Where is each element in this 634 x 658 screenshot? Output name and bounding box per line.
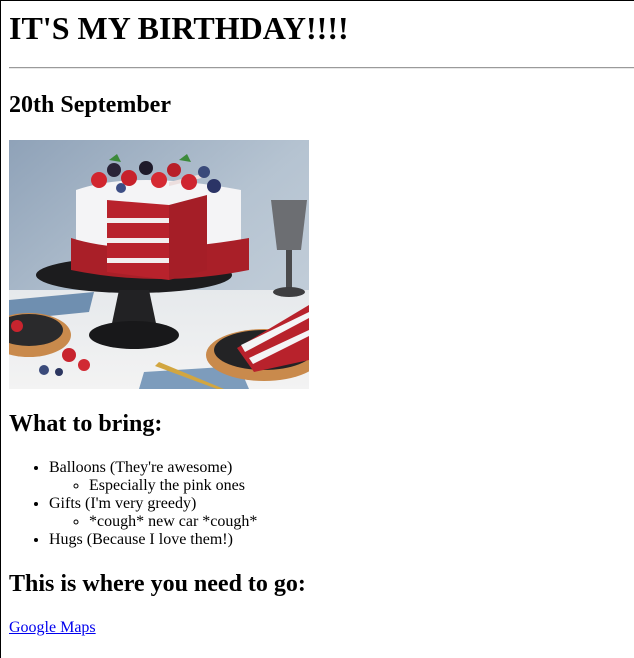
sub-list: Especially the pink ones [49,477,634,495]
page-title: IT'S MY BIRTHDAY!!!! [9,10,349,46]
page-content: IT'S MY BIRTHDAY!!!! 20th September What… [1,1,634,637]
list-item-label: Balloons (They're awesome) [49,459,233,476]
what-to-bring-heading: What to bring: [9,411,163,437]
cake-image [9,140,309,389]
bring-list: Balloons (They're awesome) Especially th… [9,459,634,549]
party-date: 20th September [9,92,171,118]
list-item: *cough* new car *cough* [89,513,634,531]
list-item-label: Hugs (Because I love them!) [49,531,233,548]
sub-list: *cough* new car *cough* [49,513,634,531]
list-item: Balloons (They're awesome) Especially th… [49,459,634,495]
list-item: Gifts (I'm very greedy) *cough* new car … [49,495,634,531]
list-item: Hugs (Because I love them!) [49,531,634,549]
location-heading: This is where you need to go: [9,571,306,597]
list-item: Especially the pink ones [89,477,634,495]
google-maps-link[interactable]: Google Maps [9,619,96,637]
divider [9,67,634,69]
list-item-label: Gifts (I'm very greedy) [49,495,197,512]
